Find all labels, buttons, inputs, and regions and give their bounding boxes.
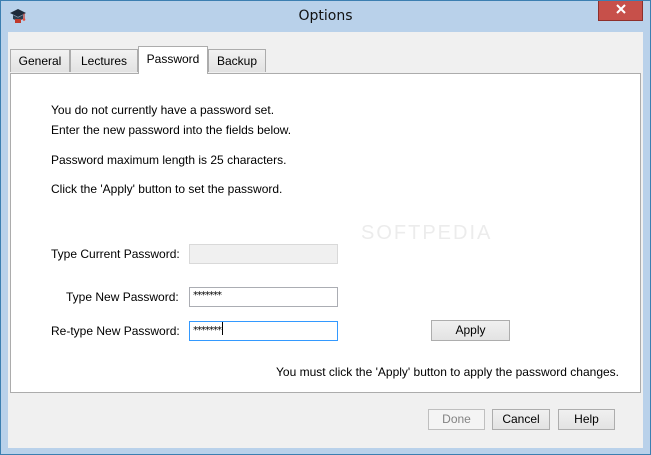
retype-password-field[interactable]: ******* (189, 321, 338, 341)
done-button[interactable]: Done (428, 409, 485, 430)
apply-instruction: Click the 'Apply' button to set the pass… (51, 182, 283, 196)
max-length-note: Password maximum length is 25 characters… (51, 153, 287, 167)
tab-strip: General Lectures Password Backup (8, 32, 643, 74)
new-password-value: ******* (193, 290, 222, 301)
text-caret (222, 322, 223, 335)
dialog-body: General Lectures Password Backup SOFTPED… (8, 32, 643, 448)
title-bar[interactable]: Options (1, 1, 650, 32)
current-password-field[interactable] (189, 244, 338, 264)
password-tab-page: SOFTPEDIA You do not currently have a pa… (10, 73, 641, 393)
watermark: SOFTPEDIA (361, 222, 493, 244)
apply-button[interactable]: Apply (431, 320, 510, 341)
new-password-label: Type New Password: (66, 290, 179, 304)
current-password-label: Type Current Password: (51, 247, 180, 261)
cancel-button[interactable]: Cancel (492, 409, 550, 430)
help-button[interactable]: Help (558, 409, 615, 430)
info-line-2: Enter the new password into the fields b… (51, 123, 292, 137)
close-button[interactable] (598, 1, 643, 21)
apply-note: You must click the 'Apply' button to app… (276, 365, 620, 379)
tab-backup[interactable]: Backup (208, 49, 266, 72)
retype-password-label: Re-type New Password: (51, 324, 180, 338)
close-icon (615, 3, 627, 18)
tab-general[interactable]: General (10, 49, 70, 72)
info-line-1: You do not currently have a password set… (51, 103, 275, 117)
new-password-field[interactable]: ******* (189, 287, 338, 307)
window-title: Options (298, 8, 353, 24)
tab-password[interactable]: Password (138, 46, 208, 74)
tab-lectures[interactable]: Lectures (70, 49, 138, 72)
retype-password-value: ******* (193, 325, 222, 336)
options-window: Options General Lectures Password Backup… (0, 0, 651, 455)
